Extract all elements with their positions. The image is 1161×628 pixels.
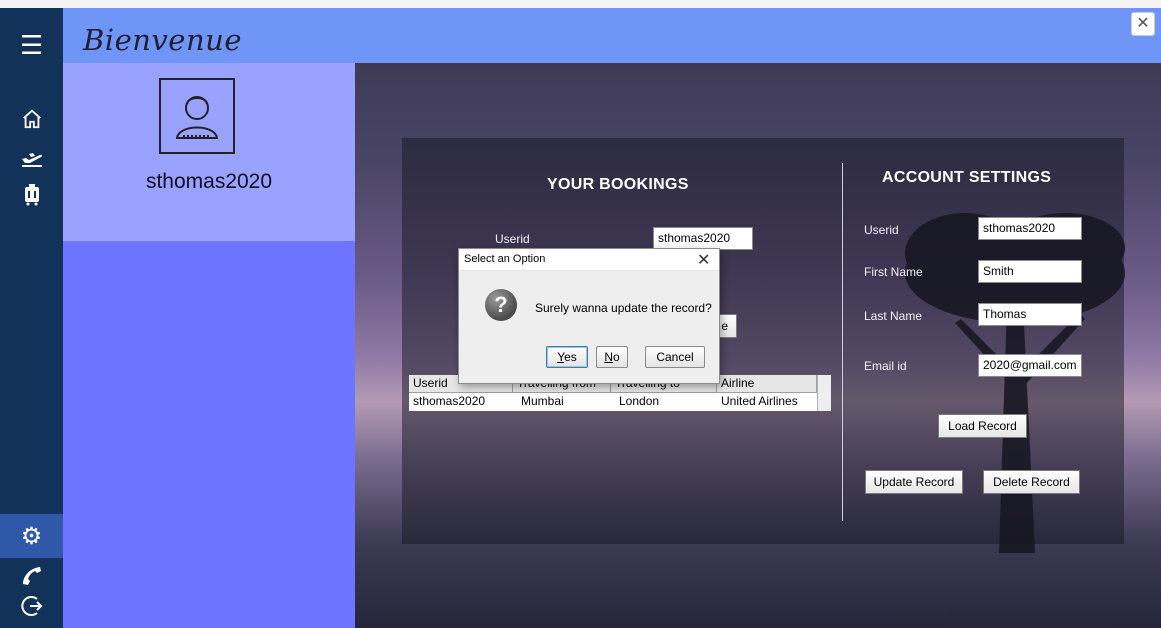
dialog-body: ? Surely wanna update the record? Yes No… — [459, 271, 719, 383]
dialog-title: Select an Option — [464, 253, 546, 265]
profile-username: sthomas2020 — [145, 170, 273, 193]
update-record-button[interactable]: Update Record — [865, 470, 963, 494]
last-name-input[interactable]: Thomas — [978, 303, 1082, 326]
email-label: Email id — [864, 359, 907, 373]
bookings-userid-input[interactable]: sthomas2020 — [653, 227, 753, 250]
email-input[interactable]: 2020@gmail.com — [978, 354, 1082, 377]
question-icon: ? — [485, 289, 517, 321]
table-cell[interactable]: Mumbai — [517, 393, 611, 410]
first-name-input[interactable]: Smith — [978, 260, 1082, 283]
no-mnemonic: N — [604, 350, 613, 364]
luggage-icon[interactable] — [0, 184, 63, 212]
column-header-airline[interactable]: Airline — [717, 375, 817, 393]
section-divider — [842, 163, 843, 521]
logout-icon[interactable] — [0, 594, 63, 625]
cancel-button[interactable]: Cancel — [645, 346, 705, 368]
yes-label-rest: es — [564, 350, 577, 364]
footer-overlay — [948, 611, 1111, 628]
icon-sidebar: ☰ ⚙ — [0, 8, 63, 628]
title-strip — [0, 0, 1161, 8]
table-cell[interactable]: London — [615, 393, 717, 410]
flight-icon[interactable] — [0, 146, 63, 174]
profile-panel: sthomas2020 — [63, 63, 355, 241]
menu-icon[interactable]: ☰ — [0, 30, 63, 61]
delete-record-button[interactable]: Delete Record — [983, 470, 1080, 494]
table-cell[interactable]: sthomas2020 — [409, 393, 513, 410]
load-record-button[interactable]: Load Record — [938, 414, 1027, 438]
dialog-title-bar[interactable]: Select an Option ✕ — [459, 249, 719, 271]
app-header: Bienvenue — [0, 8, 1161, 63]
user-avatar-icon — [159, 78, 235, 154]
table-cell[interactable]: United Airlines — [717, 393, 817, 410]
first-name-label: First Name — [864, 265, 923, 279]
bookings-title: YOUR BOOKINGS — [547, 176, 689, 193]
window-close-button[interactable]: ✕ — [1131, 12, 1155, 36]
phone-icon[interactable] — [0, 564, 63, 595]
yes-button[interactable]: Yes — [546, 346, 588, 368]
no-label-rest: o — [612, 350, 620, 364]
dialog-message: Surely wanna update the record? — [535, 301, 712, 315]
account-settings-title: ACCOUNT SETTINGS — [882, 169, 1052, 186]
account-userid-label: Userid — [864, 223, 899, 237]
no-button[interactable]: No — [596, 346, 628, 368]
account-userid-input[interactable]: sthomas2020 — [978, 217, 1082, 240]
close-icon[interactable]: ✕ — [697, 250, 710, 270]
bookings-userid-label: Userid — [495, 232, 530, 246]
gear-icon[interactable]: ⚙ — [0, 522, 63, 551]
home-icon[interactable] — [0, 108, 63, 137]
brand-logo-text: Bienvenue — [83, 23, 242, 57]
side-panel — [63, 241, 355, 628]
table-scrollbar[interactable] — [817, 375, 831, 411]
confirm-dialog: Select an Option ✕ ? Surely wanna update… — [458, 248, 720, 384]
last-name-label: Last Name — [864, 309, 923, 323]
